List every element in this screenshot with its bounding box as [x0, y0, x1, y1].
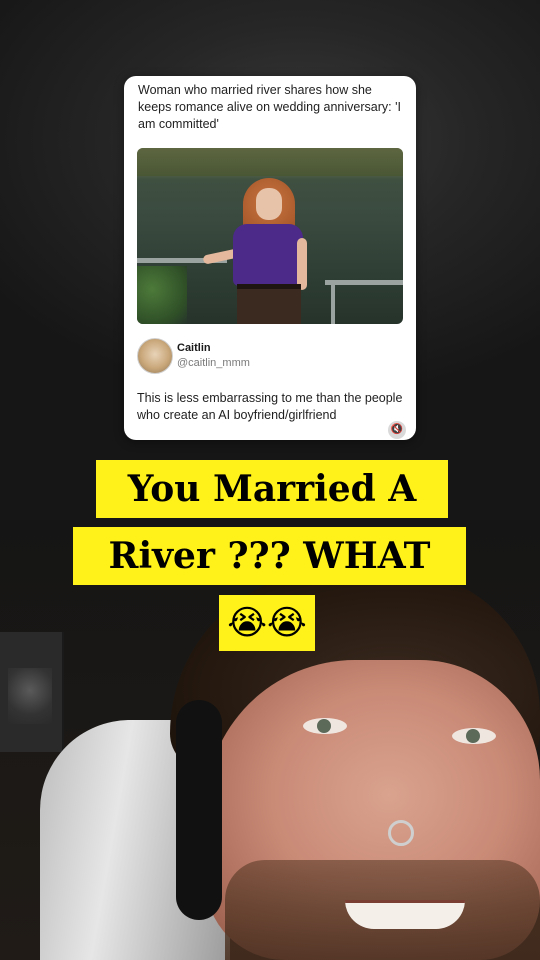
author-handle[interactable]: @caitlin_mmm [177, 357, 250, 369]
author-name[interactable]: Caitlin [177, 342, 211, 354]
nose-ring [388, 820, 414, 846]
railing-right [325, 280, 403, 285]
caption-crying-emoji: 😭😭 [219, 595, 315, 651]
headphones [176, 700, 222, 920]
caption-line-1: You Married A [96, 460, 448, 518]
woman-belt [237, 284, 301, 289]
caption-line-2: River ??? WHAT [73, 527, 466, 585]
article-photo[interactable] [137, 148, 403, 324]
tweet-card[interactable]: Woman who married river shares how she k… [124, 76, 416, 440]
woman-purple-top [233, 224, 303, 286]
mouth [345, 900, 465, 929]
railing-post [331, 280, 335, 324]
right-eye [452, 728, 496, 744]
speaker-muted-icon[interactable]: 🔇 [388, 421, 406, 439]
woman-face [256, 188, 282, 220]
river-bank [137, 148, 403, 176]
tweet-text: This is less embarrassing to me than the… [137, 391, 403, 422]
left-eye [303, 718, 347, 734]
article-headline: Woman who married river shares how she k… [138, 83, 401, 131]
woman-right-arm [297, 238, 307, 290]
author-avatar[interactable] [137, 338, 173, 374]
wall-poster [0, 632, 64, 752]
woman-trousers [237, 284, 301, 324]
riverside-plants [137, 266, 187, 324]
